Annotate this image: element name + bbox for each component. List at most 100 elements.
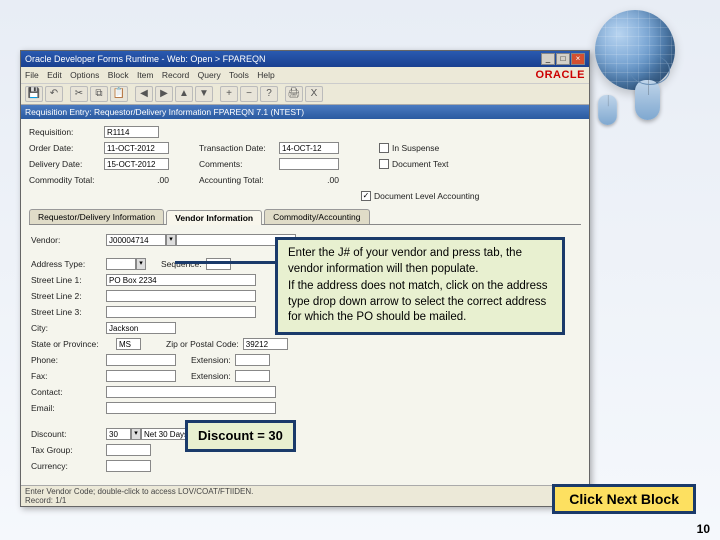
email-label: Email: <box>31 403 106 413</box>
street3-label: Street Line 3: <box>31 307 106 317</box>
tabs: Requestor/Delivery Information Vendor In… <box>29 209 581 225</box>
status-record: Record: 1/1 <box>25 496 585 505</box>
sequence-field[interactable] <box>206 258 231 270</box>
document-text-checkbox[interactable] <box>379 159 389 169</box>
doc-level-acct-label: Document Level Accounting <box>374 191 479 201</box>
zip-label: Zip or Postal Code: <box>166 339 239 349</box>
phone-field[interactable] <box>106 354 176 366</box>
tool-print-icon[interactable]: 🖨 <box>285 86 303 102</box>
ext2-label: Extension: <box>191 371 231 381</box>
window-title: Oracle Developer Forms Runtime - Web: Op… <box>25 54 266 64</box>
in-suspense-checkbox[interactable] <box>379 143 389 153</box>
tool-down-icon[interactable]: ▼ <box>195 86 213 102</box>
discount-dropdown-icon[interactable]: ▾ <box>131 428 141 440</box>
tool-prev-icon[interactable]: ◀ <box>135 86 153 102</box>
tab-requestor[interactable]: Requestor/Delivery Information <box>29 209 164 224</box>
oracle-logo: ORACLE <box>536 69 585 81</box>
street2-field[interactable] <box>106 290 256 302</box>
email-field[interactable] <box>106 402 276 414</box>
menu-options[interactable]: Options <box>70 70 99 80</box>
requisition-field[interactable]: R1114 <box>104 126 159 138</box>
globe-decoration <box>580 10 690 120</box>
tool-remove-icon[interactable]: − <box>240 86 258 102</box>
menu-block[interactable]: Block <box>108 70 129 80</box>
page-number: 10 <box>697 522 710 536</box>
menu-item[interactable]: Item <box>137 70 154 80</box>
comments-label: Comments: <box>199 159 279 169</box>
titlebar: Oracle Developer Forms Runtime - Web: Op… <box>21 51 589 67</box>
comments-field[interactable] <box>279 158 339 170</box>
accounting-total-label: Accounting Total: <box>199 175 279 185</box>
zip-field[interactable]: 39212 <box>243 338 288 350</box>
accounting-total-value: .00 <box>279 175 339 185</box>
street1-label: Street Line 1: <box>31 275 106 285</box>
menu-query[interactable]: Query <box>198 70 221 80</box>
contact-label: Contact: <box>31 387 106 397</box>
tool-next-icon[interactable]: ▶ <box>155 86 173 102</box>
delivery-date-field[interactable]: 15-OCT-2012 <box>104 158 169 170</box>
callout-text-2: If the address does not match, click on … <box>288 279 552 326</box>
transaction-date-label: Transaction Date: <box>199 143 279 153</box>
city-field[interactable]: Jackson <box>106 322 176 334</box>
click-next-block-callout: Click Next Block <box>552 484 696 514</box>
city-label: City: <box>31 323 106 333</box>
tab-commodity[interactable]: Commodity/Accounting <box>264 209 369 224</box>
minimize-button[interactable]: _ <box>541 53 555 65</box>
document-text-label: Document Text <box>392 159 449 169</box>
statusbar: Enter Vendor Code; double-click to acces… <box>21 485 589 506</box>
tool-save-icon[interactable]: 💾 <box>25 86 43 102</box>
form-subheader: Requisition Entry: Requestor/Delivery In… <box>21 105 589 119</box>
menu-tools[interactable]: Tools <box>229 70 249 80</box>
ext1-label: Extension: <box>191 355 231 365</box>
callout-text-1: Enter the J# of your vendor and press ta… <box>288 246 552 277</box>
in-suspense-label: In Suspense <box>392 143 439 153</box>
tool-query-icon[interactable]: ? <box>260 86 278 102</box>
ext1-field[interactable] <box>235 354 270 366</box>
vendor-lookup-icon[interactable]: ▾ <box>166 234 176 246</box>
menubar: File Edit Options Block Item Record Quer… <box>21 67 589 84</box>
street3-field[interactable] <box>106 306 256 318</box>
currency-field[interactable] <box>106 460 151 472</box>
menu-help[interactable]: Help <box>257 70 274 80</box>
discount-label: Discount: <box>31 429 106 439</box>
contact-field[interactable] <box>106 386 276 398</box>
tool-paste-icon[interactable]: 📋 <box>110 86 128 102</box>
tab-vendor[interactable]: Vendor Information <box>166 210 262 225</box>
address-type-dropdown-icon[interactable]: ▾ <box>136 258 146 270</box>
fax-label: Fax: <box>31 371 106 381</box>
street2-label: Street Line 2: <box>31 291 106 301</box>
phone-label: Phone: <box>31 355 106 365</box>
menu-record[interactable]: Record <box>162 70 189 80</box>
tool-cut-icon[interactable]: ✂ <box>70 86 88 102</box>
state-field[interactable]: MS <box>116 338 141 350</box>
tax-group-field[interactable] <box>106 444 151 456</box>
instruction-callout: Enter the J# of your vendor and press ta… <box>275 237 565 335</box>
tool-up-icon[interactable]: ▲ <box>175 86 193 102</box>
next-block-text: Click Next Block <box>569 491 679 507</box>
state-label: State or Province: <box>31 339 116 349</box>
vendor-label: Vendor: <box>31 235 106 245</box>
tool-rollback-icon[interactable]: ↶ <box>45 86 63 102</box>
fax-field[interactable] <box>106 370 176 382</box>
tax-group-label: Tax Group: <box>31 445 106 455</box>
tool-insert-icon[interactable]: + <box>220 86 238 102</box>
menu-file[interactable]: File <box>25 70 39 80</box>
address-type-field[interactable] <box>106 258 136 270</box>
delivery-date-label: Delivery Date: <box>29 159 104 169</box>
doc-level-acct-checkbox[interactable]: ✓ <box>361 191 371 201</box>
requisition-label: Requisition: <box>29 127 104 137</box>
discount-code-field[interactable]: 30 <box>106 428 131 440</box>
street1-field[interactable]: PO Box 2234 <box>106 274 256 286</box>
vendor-id-field[interactable]: J00004714 <box>106 234 166 246</box>
tool-exit-icon[interactable]: X <box>305 86 323 102</box>
discount-callout-text: Discount = 30 <box>198 428 283 443</box>
tool-copy-icon[interactable]: ⧉ <box>90 86 108 102</box>
commodity-total-label: Commodity Total: <box>29 175 104 185</box>
maximize-button[interactable]: □ <box>556 53 570 65</box>
order-date-label: Order Date: <box>29 143 104 153</box>
menu-edit[interactable]: Edit <box>47 70 62 80</box>
address-type-label: Address Type: <box>31 259 106 269</box>
ext2-field[interactable] <box>235 370 270 382</box>
order-date-field[interactable]: 11-OCT-2012 <box>104 142 169 154</box>
transaction-date-field[interactable]: 14-OCT-12 <box>279 142 339 154</box>
